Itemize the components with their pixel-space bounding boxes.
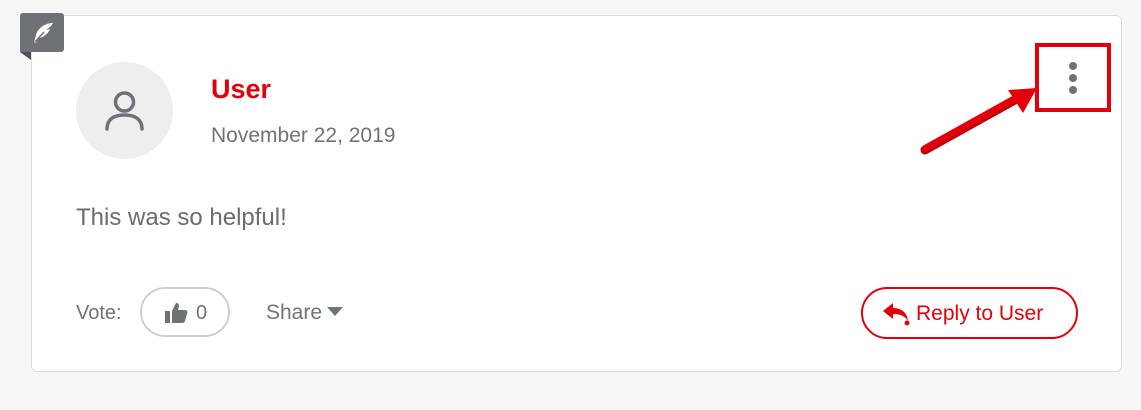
vote-count: 0	[196, 302, 208, 324]
user-icon	[105, 91, 144, 131]
vertical-ellipsis-icon	[1069, 62, 1077, 70]
badge-tail	[20, 52, 31, 60]
page: User November 22, 2019 This was so helpf…	[0, 0, 1141, 410]
author-name[interactable]: User	[211, 74, 271, 105]
vertical-ellipsis-icon	[1069, 74, 1077, 82]
feather-icon	[34, 23, 53, 43]
comment-type-badge	[20, 13, 64, 52]
reply-arrow-icon	[883, 303, 910, 326]
comment-body: This was so helpful!	[76, 204, 287, 231]
caret-down-icon	[327, 306, 344, 316]
upvote-button[interactable]: 0	[140, 287, 230, 337]
avatar[interactable]	[76, 62, 173, 159]
share-label: Share	[266, 301, 323, 324]
vote-label: Vote:	[76, 302, 122, 324]
reply-label: Reply to User	[916, 302, 1044, 325]
reply-button[interactable]: Reply to User	[861, 287, 1078, 339]
share-dropdown[interactable]: Share	[266, 301, 344, 325]
more-options-button[interactable]	[1050, 55, 1096, 101]
vertical-ellipsis-icon	[1069, 86, 1077, 94]
comment-date: November 22, 2019	[211, 124, 396, 147]
thumbs-up-icon	[165, 303, 188, 323]
